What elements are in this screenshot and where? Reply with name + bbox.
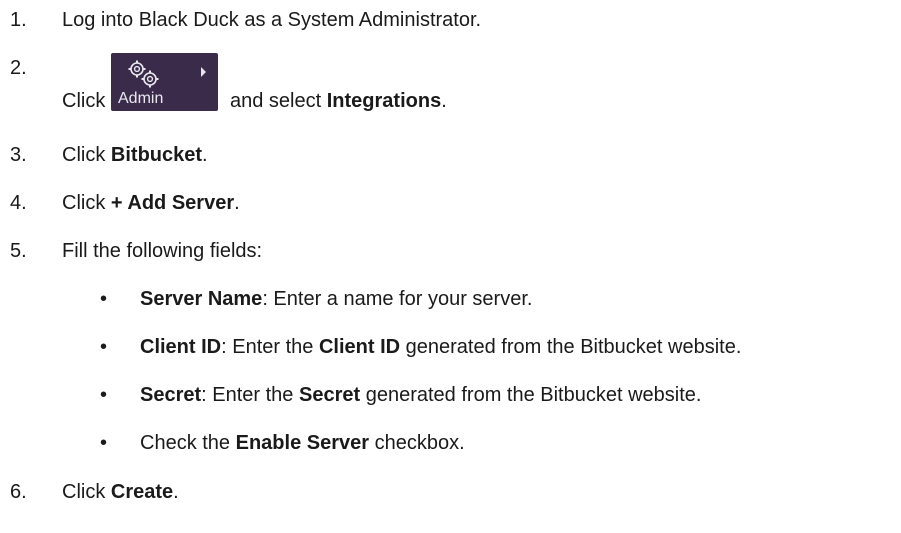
field-strong: Secret (299, 384, 361, 406)
step-number: 3. (10, 144, 27, 166)
field-text: Server Name: Enter a name for your serve… (140, 287, 532, 311)
step-text-click: Click (62, 90, 106, 112)
step-end: . (441, 90, 447, 112)
step-pre: Click (62, 144, 106, 166)
bullet: • (100, 336, 108, 358)
step-end: . (173, 481, 179, 503)
step-text: Click Create. (62, 480, 179, 504)
bullet: • (100, 384, 108, 406)
field-text: Client ID: Enter the Client ID generated… (140, 335, 741, 359)
instructions-document: 1. Log into Black Duck as a System Admin… (0, 0, 901, 533)
step-pre: Click (62, 481, 106, 503)
field-strong: Client ID (140, 336, 222, 358)
field-rest: generated from the Bitbucket website. (405, 336, 742, 358)
step-number: 6. (10, 481, 27, 503)
field-rest: generated from the Bitbucket website. (365, 384, 702, 406)
step-end: . (202, 144, 208, 166)
step-strong: + Add Server (110, 192, 235, 214)
field-mid: : Enter the (201, 384, 294, 406)
field-strong: Client ID (318, 336, 401, 358)
field-mid: : Enter the (221, 336, 314, 358)
step-text: Click Bitbucket. (62, 143, 208, 167)
step-text: Fill the following fields: (62, 240, 263, 262)
step-strong: Integrations (326, 90, 442, 112)
step-pre: Click (62, 192, 106, 214)
step-number: 2. (10, 57, 27, 79)
gear-icon (141, 70, 159, 88)
bullet: • (100, 432, 108, 454)
field-text: Check the Enable Server checkbox. (140, 431, 465, 455)
field-strong: Enable Server (235, 432, 370, 454)
step-number: 1. (10, 9, 27, 31)
admin-label: Admin (118, 90, 164, 107)
field-rest: checkbox. (374, 432, 465, 454)
step-text: Click + Add Server. (62, 191, 240, 215)
step-end: . (234, 192, 240, 214)
field-text: Secret: Enter the Secret generated from … (140, 383, 701, 407)
field-strong: Server Name (140, 288, 263, 310)
step-number: 5. (10, 240, 27, 262)
bullet: • (100, 288, 108, 310)
step-text-after: and select (230, 90, 322, 112)
field-pre: Check the (140, 432, 231, 454)
admin-menu-button[interactable]: Admin (111, 53, 218, 111)
field-strong: Secret (140, 384, 202, 406)
step-text-rest: and select Integrations. (230, 89, 447, 113)
step-strong: Create (110, 481, 174, 503)
field-rest: : Enter a name for your server. (262, 288, 533, 310)
step-number: 4. (10, 192, 27, 214)
step-strong: Bitbucket (110, 144, 203, 166)
caret-right-icon (201, 67, 206, 77)
step-text: Log into Black Duck as a System Administ… (62, 9, 482, 31)
